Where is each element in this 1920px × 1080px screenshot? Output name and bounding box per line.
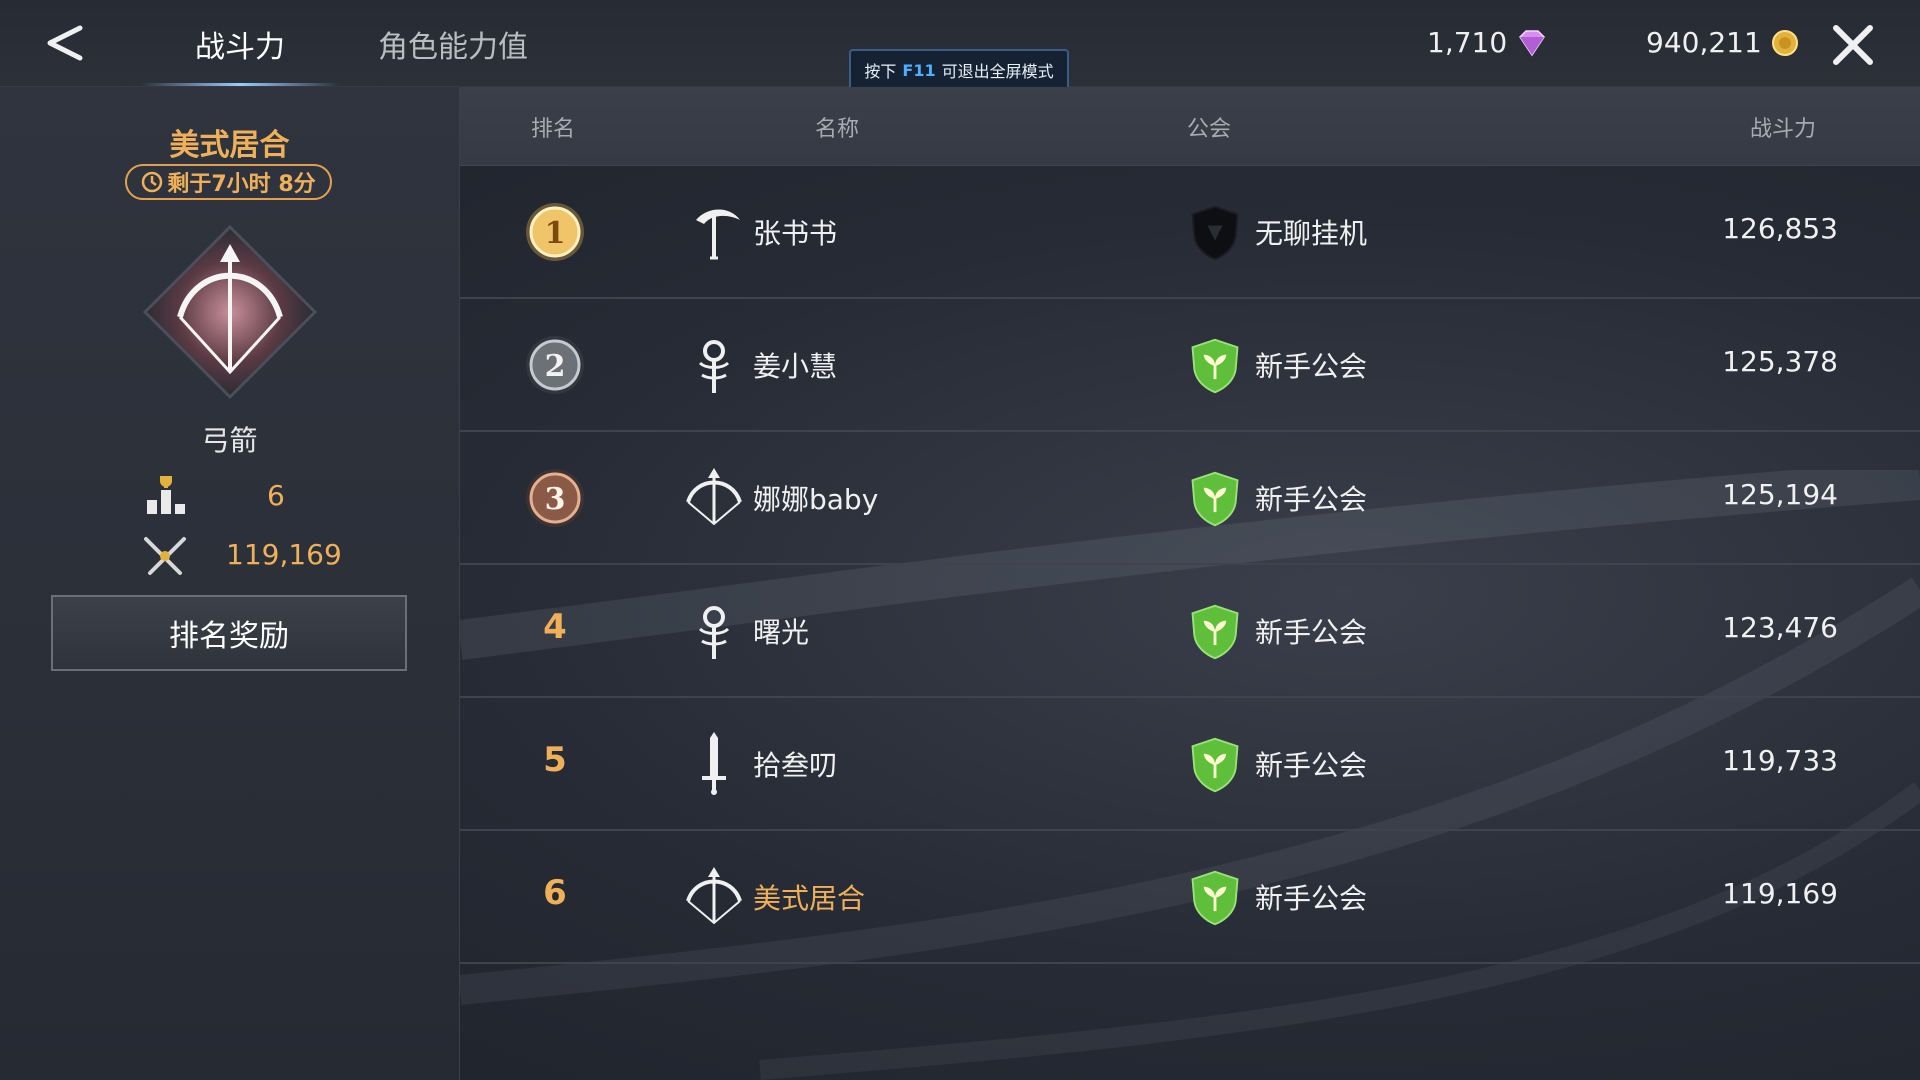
gold-counter: 940,211 (1646, 26, 1800, 59)
class-label: 弓箭 (201, 424, 258, 457)
active-tab-indicator (140, 83, 340, 86)
gold-count: 940,211 (1646, 26, 1762, 59)
ranking-row[interactable]: 2 姜小慧 新手公会 125,378 (460, 299, 1920, 432)
player-name: 美式居合 (753, 882, 866, 915)
season-timer: 剩于7小时 8分 (125, 164, 332, 200)
my-rank-panel: 美式居合 剩于7小时 8分 弓箭 6 119,169 排名奖励 (0, 87, 460, 1080)
combat-power: 126,853 (1722, 212, 1838, 245)
ranking-screen: 战斗力 角色能力值 1,710 940,211 按下 F11 可退出全屏模式 美… (0, 0, 1920, 1080)
column-rank: 排名 (531, 117, 576, 142)
tab-character-stats[interactable]: 角色能力值 (378, 22, 528, 66)
archer-class-icon (142, 224, 318, 400)
guild-name: 新手公会 (1255, 882, 1368, 915)
ranking-row[interactable]: 1 张书书 无聊挂机 126,853 (460, 166, 1920, 299)
bow-icon (686, 867, 742, 925)
player-name: 曙光 (753, 616, 810, 649)
rank-number: 6 (543, 873, 567, 913)
guild-name: 无聊挂机 (1255, 217, 1368, 250)
guild-name: 新手公会 (1255, 749, 1368, 782)
combat-power: 119,169 (1722, 877, 1838, 910)
ranking-row[interactable]: 4 曙光 新手公会 123,476 (460, 565, 1920, 698)
gem-count: 1,710 (1427, 26, 1508, 59)
green-shield-icon (1191, 338, 1239, 394)
column-power: 战斗力 (1750, 117, 1817, 142)
rank-1-medal-icon: 1 (526, 203, 584, 261)
dark-shield-icon (1191, 205, 1239, 261)
green-shield-icon (1191, 604, 1239, 660)
my-power-value: 119,169 (226, 538, 342, 571)
rank-reward-button[interactable]: 排名奖励 (51, 595, 407, 671)
green-shield-icon (1191, 737, 1239, 793)
scythe-icon (696, 209, 740, 260)
table-header: 排名 名称 公会 战斗力 (460, 87, 1920, 166)
toast-key: F11 (902, 60, 936, 80)
rank-3-medal-icon: 3 (526, 469, 584, 527)
combat-power: 123,476 (1722, 611, 1838, 644)
player-name: 姜小慧 (753, 350, 838, 383)
rank-number: 5 (543, 740, 567, 780)
green-shield-icon (1191, 870, 1239, 926)
staff-icon (698, 340, 730, 393)
green-shield-icon (1191, 471, 1239, 527)
ranking-row[interactable]: 6 美式居合 新手公会 119,169 (460, 831, 1920, 964)
ranking-row[interactable]: 3 娜娜baby 新手公会 125,194 (460, 432, 1920, 565)
player-name: 拾叁叨 (753, 749, 838, 782)
staff-icon (698, 606, 730, 659)
rank-2-medal-icon: 2 (526, 336, 584, 394)
combat-power: 125,194 (1722, 478, 1838, 511)
fullscreen-toast: 按下 F11 可退出全屏模式 (849, 49, 1069, 91)
guild-name: 新手公会 (1255, 350, 1368, 383)
guild-name: 新手公会 (1255, 616, 1368, 649)
column-guild: 公会 (1187, 117, 1232, 142)
column-name: 名称 (815, 117, 860, 142)
player-name: 娜娜baby (753, 483, 879, 516)
gem-counter: 1,710 (1427, 26, 1549, 59)
bow-icon (686, 468, 742, 526)
sword-icon (702, 732, 726, 795)
toast-prefix: 按下 (864, 62, 897, 81)
my-player-name: 美式居合 (169, 128, 290, 163)
rank-number: 4 (543, 607, 567, 647)
player-name: 张书书 (753, 217, 838, 250)
rank-number: 2 (545, 349, 566, 384)
rank-number: 3 (545, 482, 566, 517)
combat-power: 125,378 (1722, 345, 1838, 378)
ranking-row[interactable]: 5 拾叁叨 新手公会 119,733 (460, 698, 1920, 831)
guild-name: 新手公会 (1255, 483, 1368, 516)
crossed-swords-icon (144, 537, 186, 575)
close-icon[interactable] (1830, 22, 1876, 68)
clock-icon (142, 171, 163, 193)
gem-icon (1519, 29, 1546, 56)
my-rank-value: 6 (267, 479, 285, 512)
combat-power: 119,733 (1722, 744, 1838, 777)
timer-text: 剩于7小时 8分 (167, 172, 316, 197)
tab-combat-power[interactable]: 战斗力 (195, 22, 285, 66)
rank-number: 1 (545, 216, 566, 251)
gold-coin-icon (1771, 29, 1798, 56)
toast-suffix: 可退出全屏模式 (941, 62, 1054, 81)
back-arrow-icon[interactable] (40, 20, 90, 66)
podium-icon (147, 476, 185, 514)
